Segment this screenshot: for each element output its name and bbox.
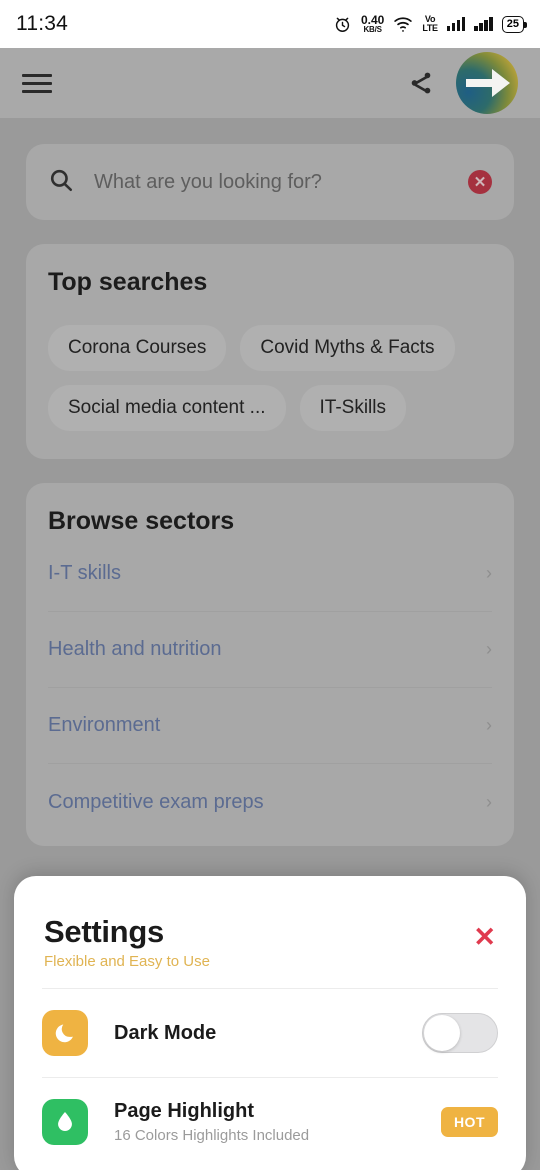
signal-bars-icon-2: [474, 17, 493, 31]
battery-level-label: 25: [506, 18, 519, 30]
setting-control-page-highlight: HOT: [440, 1107, 498, 1137]
browse-sectors-title: Browse sectors: [48, 507, 235, 535]
sector-row-competitive-exam-preps[interactable]: Competitive exam preps ›: [48, 764, 492, 840]
hamburger-menu-icon[interactable]: [22, 73, 52, 93]
clear-circle-icon[interactable]: ✕: [468, 170, 492, 194]
sector-label: Competitive exam preps: [48, 790, 264, 813]
chip-social-media-content[interactable]: Social media content ...: [48, 385, 286, 431]
chip-corona-courses[interactable]: Corona Courses: [48, 325, 227, 371]
search-icon: [48, 167, 74, 198]
setting-row-page-highlight[interactable]: Page Highlight 16 Colors Highlights Incl…: [14, 1078, 526, 1166]
toggle-knob: [424, 1015, 460, 1051]
setting-row-dark-mode[interactable]: Dark Mode: [14, 989, 526, 1077]
sector-label: I-T skills: [48, 562, 121, 584]
setting-subtitle: 16 Colors Highlights Included: [114, 1127, 310, 1144]
setting-text-dark-mode: Dark Mode: [114, 1022, 216, 1045]
network-speed-unit: KB/S: [363, 25, 382, 34]
wifi-icon: [393, 15, 413, 33]
settings-sheet-header: Settings Flexible and Easy to Use ✕: [14, 876, 526, 988]
sector-label: Health and nutrition: [48, 638, 222, 660]
search-bar[interactable]: What are you looking for? ✕: [26, 144, 514, 220]
close-x-icon[interactable]: ✕: [473, 924, 496, 951]
chip-it-skills[interactable]: IT-Skills: [299, 385, 406, 431]
app-bar-actions: [408, 52, 518, 114]
share-icon[interactable]: [408, 70, 434, 96]
setting-text-page-highlight: Page Highlight 16 Colors Highlights Incl…: [114, 1100, 309, 1144]
page-title: Settings: [44, 914, 164, 949]
battery-indicator: 25: [501, 15, 527, 33]
status-time: 11:34: [16, 12, 68, 35]
sector-row-environment[interactable]: Environment ›: [48, 688, 492, 764]
chevron-right-icon: ›: [486, 563, 492, 583]
top-searches-chip-list: Corona Courses Covid Myths & Facts Socia…: [48, 325, 492, 431]
network-speed-indicator: 0.40 KB/S: [361, 14, 384, 34]
chevron-right-icon: ›: [486, 639, 492, 659]
volte-icon: Vo LTE: [422, 15, 438, 33]
volte-label-bottom: LTE: [422, 23, 438, 33]
phone-screen: 11:34 0.40 KB/S Vo LTE 25 What are you l…: [0, 0, 540, 1170]
browse-sectors-card: Browse sectors I-T skills › Health and n…: [26, 483, 514, 846]
setting-label: Dark Mode: [114, 1021, 217, 1044]
profile-logo-arrow-icon[interactable]: [456, 52, 518, 114]
settings-sheet-titles: Settings Flexible and Easy to Use: [44, 914, 210, 970]
sector-label: Environment: [48, 714, 161, 736]
search-input[interactable]: What are you looking for?: [94, 171, 468, 194]
chevron-right-icon: ›: [486, 715, 492, 735]
dark-mode-toggle[interactable]: [422, 1013, 498, 1053]
settings-bottom-sheet: Settings Flexible and Easy to Use ✕ Dark…: [14, 876, 526, 1170]
chevron-right-icon: ›: [486, 791, 492, 812]
status-badge: HOT: [440, 1107, 498, 1137]
status-bar: 11:34 0.40 KB/S Vo LTE 25: [0, 0, 540, 48]
water-drop-icon: [42, 1099, 88, 1145]
app-bar: [0, 48, 540, 118]
sector-row-health-and-nutrition[interactable]: Health and nutrition ›: [48, 612, 492, 688]
moon-icon: [42, 1010, 88, 1056]
chip-covid-myths-facts[interactable]: Covid Myths & Facts: [240, 325, 455, 371]
setting-control-dark-mode: [422, 1013, 498, 1053]
signal-bars-icon-1: [446, 17, 466, 31]
setting-label: Page Highlight: [114, 1100, 254, 1122]
top-searches-card: Top searches Corona Courses Covid Myths …: [26, 244, 514, 459]
settings-sheet-subtitle: Flexible and Easy to Use: [44, 953, 210, 970]
alarm-clock-icon: [333, 15, 352, 34]
status-icons: 0.40 KB/S Vo LTE 25: [333, 14, 527, 34]
sector-row-it-skills[interactable]: I-T skills ›: [48, 536, 492, 612]
top-searches-title: Top searches: [48, 268, 208, 296]
